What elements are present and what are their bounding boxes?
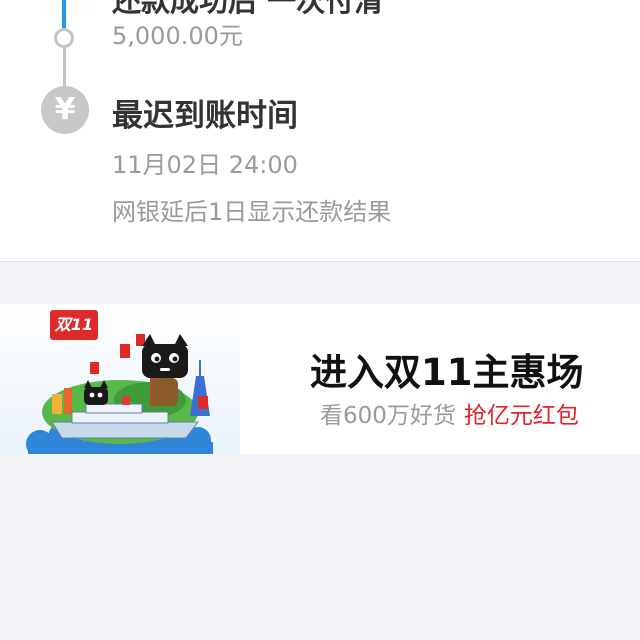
repayment-timeline: 还款成功后 一次付清 5,000.00元 ¥ 最迟到账时间 11月02日 24:…: [0, 0, 640, 262]
latest-arrival-title: 最迟到账时间: [112, 98, 298, 134]
promo-title: 进入双11主惠场: [310, 351, 584, 394]
promo-subtitle-grey: 看600万好货: [320, 403, 456, 429]
arrival-deadline: 11月02日 24:00: [112, 151, 298, 179]
promo-subtitle: 看600万好货 抢亿元红包: [320, 396, 579, 430]
double11-badge: 双11: [50, 310, 98, 340]
timeline-dot-icon: [54, 28, 74, 48]
repayment-amount: 5,000.00元: [112, 22, 243, 50]
bank-delay-note: 网银延后1日显示还款结果: [112, 198, 392, 226]
double11-illustration: [0, 304, 240, 454]
yen-icon: ¥: [41, 86, 89, 134]
double11-promo-banner[interactable]: 双11 进入双11主惠场 看600万好货 抢亿元红包: [0, 304, 640, 454]
promo-subtitle-red: 抢亿元红包: [463, 403, 579, 429]
